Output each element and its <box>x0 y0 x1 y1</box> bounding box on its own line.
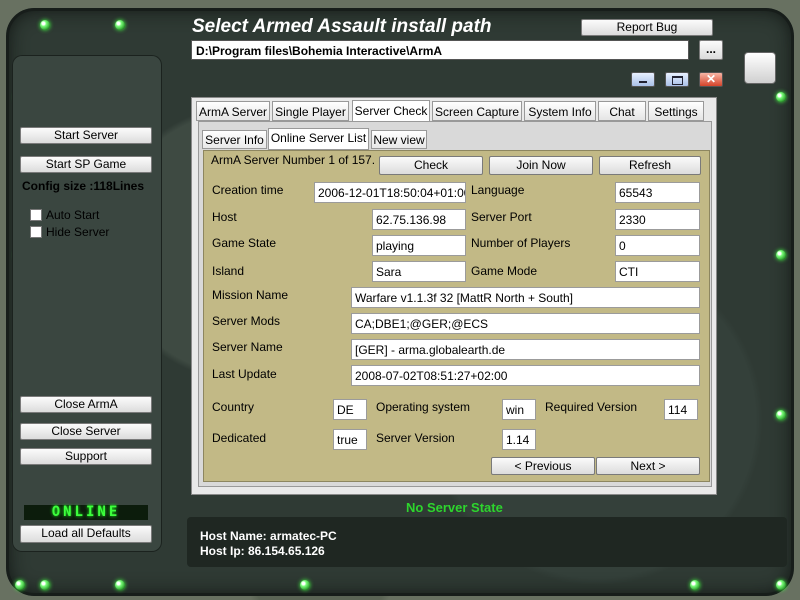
led-indicator <box>776 410 786 420</box>
server-name-field[interactable]: [GER] - arma.globalearth.de <box>351 339 700 360</box>
led-indicator <box>115 20 125 30</box>
server-port-field[interactable]: 2330 <box>615 209 700 230</box>
host-info-panel: Host Name: armatec-PC Host Ip: 86.154.65… <box>187 517 787 567</box>
led-indicator <box>776 250 786 260</box>
game-state-field[interactable]: playing <box>372 235 466 256</box>
server-version-field[interactable]: 1.14 <box>502 429 536 450</box>
close-arma-button[interactable]: Close ArmA <box>20 396 152 413</box>
support-button[interactable]: Support <box>20 448 152 465</box>
game-mode-label: Game Mode <box>471 264 538 278</box>
led-indicator <box>300 580 310 590</box>
country-field[interactable]: DE <box>333 399 367 420</box>
country-label: Country <box>212 400 255 414</box>
host-field[interactable]: 62.75.136.98 <box>372 209 466 230</box>
server-state-status: No Server State <box>406 500 503 515</box>
refresh-button[interactable]: Refresh <box>599 156 701 175</box>
game-mode-field[interactable]: CTI <box>615 261 700 282</box>
auto-start-checkbox[interactable] <box>30 209 42 221</box>
close-button[interactable]: ✕ <box>699 72 723 87</box>
led-indicator <box>690 580 700 590</box>
language-field[interactable]: 65543 <box>615 182 700 203</box>
dedicated-field[interactable]: true <box>333 429 367 450</box>
host-ip: Host Ip: 86.154.65.126 <box>200 544 325 558</box>
page-title: Select Armed Assault install path <box>192 16 492 37</box>
os-label: Operating system <box>376 400 471 414</box>
server-name-label: Server Name <box>212 340 283 354</box>
maximize-icon <box>672 76 683 85</box>
led-indicator <box>776 92 786 102</box>
game-state-label: Game State <box>212 236 277 250</box>
led-indicator <box>115 580 125 590</box>
mission-name-field[interactable]: Warfare v1.1.3f 32 [MattR North + South] <box>351 287 700 308</box>
close-server-button[interactable]: Close Server <box>20 423 152 440</box>
previous-button[interactable]: < Previous <box>491 457 595 475</box>
tab-screen-capture[interactable]: Screen Capture <box>432 101 522 121</box>
last-update-label: Last Update <box>212 367 277 381</box>
required-version-field[interactable]: 114 <box>664 399 698 420</box>
start-server-button[interactable]: Start Server <box>20 127 152 144</box>
config-size-label: Config size :118Lines <box>22 179 145 193</box>
subtab-new-view[interactable]: New view <box>371 130 427 149</box>
close-icon: ✕ <box>705 72 717 86</box>
check-button[interactable]: Check <box>379 156 483 175</box>
hide-server-label: Hide Server <box>46 225 110 239</box>
report-bug-button[interactable]: Report Bug <box>581 19 713 36</box>
players-field[interactable]: 0 <box>615 235 700 256</box>
browse-button[interactable]: ... <box>699 40 723 60</box>
players-label: Number of Players <box>471 236 571 250</box>
creation-time-field[interactable]: 2006-12-01T18:50:04+01:00 <box>314 182 466 203</box>
next-button[interactable]: Next > <box>596 457 700 475</box>
minimize-icon <box>639 81 647 83</box>
server-version-label: Server Version <box>376 431 455 445</box>
subtab-server-info[interactable]: Server Info <box>202 130 267 149</box>
host-name: Host Name: armatec-PC <box>200 529 337 543</box>
island-label: Island <box>212 264 245 278</box>
last-update-field[interactable]: 2008-07-02T08:51:27+02:00 <box>351 365 700 386</box>
start-sp-game-button[interactable]: Start SP Game <box>20 156 152 173</box>
led-indicator <box>40 580 50 590</box>
host-label: Host <box>212 210 237 224</box>
dedicated-label: Dedicated <box>212 431 267 445</box>
tab-system-info[interactable]: System Info <box>524 101 596 121</box>
led-indicator <box>15 580 25 590</box>
hide-server-checkbox[interactable] <box>30 226 42 238</box>
tab-chat[interactable]: Chat <box>598 101 646 121</box>
island-field[interactable]: Sara <box>372 261 466 282</box>
tab-single-player[interactable]: Single Player <box>272 101 349 121</box>
tab-settings[interactable]: Settings <box>648 101 704 121</box>
minimize-button[interactable] <box>631 72 655 87</box>
maximize-button[interactable] <box>665 72 689 87</box>
subtab-online-server-list[interactable]: Online Server List <box>268 128 369 150</box>
tab-arma-server[interactable]: ArmA Server <box>196 101 270 121</box>
required-version-label: Required Version <box>545 400 638 414</box>
side-square-button[interactable] <box>744 52 776 84</box>
led-indicator <box>776 580 786 590</box>
install-path-input[interactable]: D:\Program files\Bohemia Interactive\Arm… <box>191 40 689 60</box>
load-defaults-button[interactable]: Load all Defaults <box>20 525 152 543</box>
server-counter: ArmA Server Number 1 of 157. <box>211 153 376 167</box>
creation-time-label: Creation time <box>212 183 284 197</box>
join-now-button[interactable]: Join Now <box>489 156 593 175</box>
server-mods-field[interactable]: CA;DBE1;@GER;@ECS <box>351 313 700 334</box>
tab-server-check[interactable]: Server Check <box>352 100 430 123</box>
auto-start-label: Auto Start <box>46 208 100 222</box>
server-port-label: Server Port <box>471 210 532 224</box>
server-mods-label: Server Mods <box>212 314 281 328</box>
online-indicator: ONLINE <box>24 505 148 520</box>
led-indicator <box>40 20 50 30</box>
language-label: Language <box>471 183 525 197</box>
os-field[interactable]: win <box>502 399 536 420</box>
mission-name-label: Mission Name <box>212 288 289 302</box>
